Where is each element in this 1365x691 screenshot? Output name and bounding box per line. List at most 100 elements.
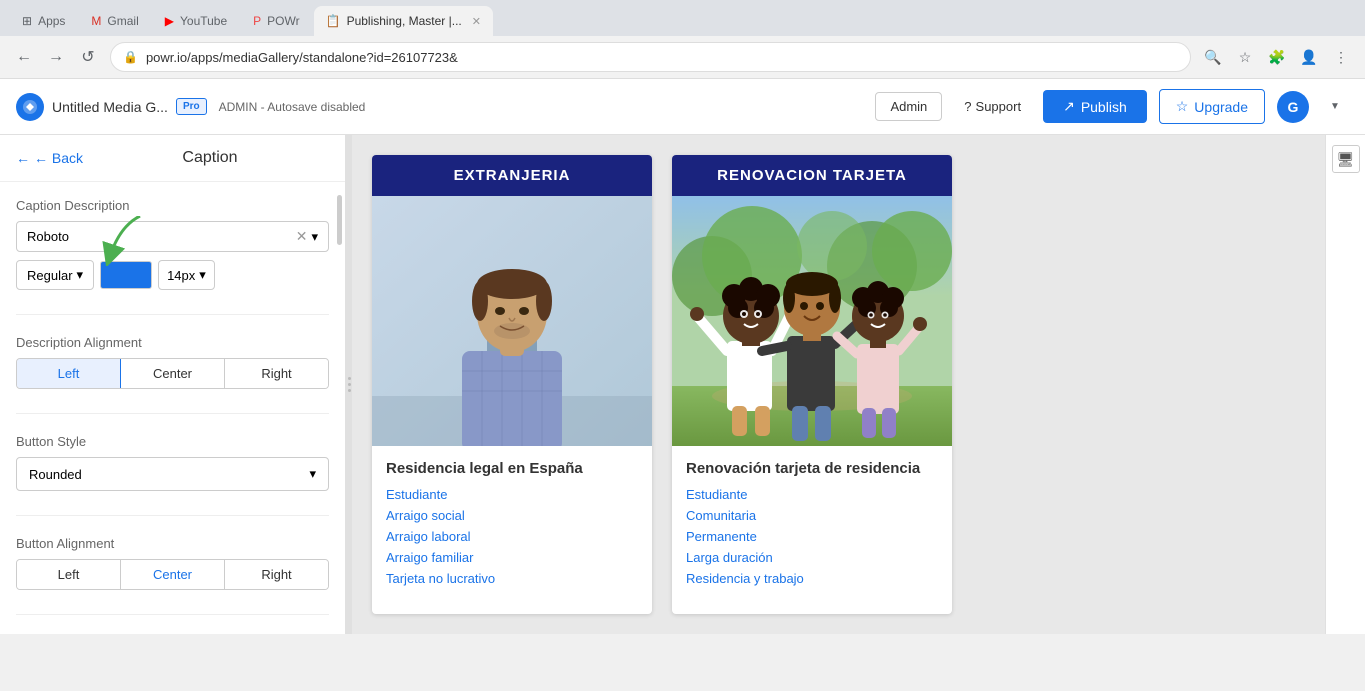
card-renovacion-title: Renovación tarjeta de residencia [686, 460, 938, 477]
search-icon[interactable]: 🔍 [1199, 43, 1227, 71]
upgrade-button[interactable]: ☆ Upgrade [1159, 89, 1265, 124]
back-arrow-icon: ← [16, 150, 30, 166]
btn-align-center-button[interactable]: Center [121, 560, 225, 589]
sidebar-scrollbar [337, 195, 342, 245]
forward-nav-button[interactable]: → [42, 43, 70, 71]
card-extranjeria-title: Residencia legal en España [386, 460, 638, 477]
divider-1 [16, 314, 329, 315]
font-dropdown-icon: ▾ [311, 229, 318, 245]
bookmark-icon[interactable]: ☆ [1231, 43, 1259, 71]
divider-2 [16, 413, 329, 414]
font-style-select[interactable]: Regular ▾ [16, 260, 94, 290]
desc-align-left-button[interactable]: Left [17, 359, 121, 388]
tab-gmail[interactable]: M Gmail [79, 6, 150, 36]
share-icon: ↗ [1063, 98, 1075, 115]
admin-button[interactable]: Admin [875, 92, 942, 121]
gmail-favicon: M [91, 14, 101, 28]
card-extranjeria-image [372, 196, 652, 446]
card-renovacion-link-4[interactable]: Residencia y trabajo [686, 571, 938, 586]
support-button[interactable]: ? Support [954, 93, 1031, 120]
back-button[interactable]: ← ← Back [16, 150, 83, 166]
pro-badge: Pro [176, 98, 207, 115]
btn-align-left-button[interactable]: Left [17, 560, 121, 589]
font-style-row: Regular ▾ [16, 260, 329, 290]
apps-favicon: ⊞ [22, 14, 32, 28]
browser-tabs: ⊞ Apps M Gmail ▶ YouTube P POWr 📋 Publis… [0, 0, 1365, 36]
browser-chrome: ⊞ Apps M Gmail ▶ YouTube P POWr 📋 Publis… [0, 0, 1365, 79]
sidebar: ← ← Back Caption Caption Description Rob… [0, 135, 346, 634]
extensions-icon[interactable]: 🧩 [1263, 43, 1291, 71]
tab-powr[interactable]: P POWr [241, 6, 311, 36]
color-swatch[interactable] [100, 261, 152, 289]
card-renovacion-link-2[interactable]: Permanente [686, 529, 938, 544]
user-menu-chevron[interactable]: ▼ [1321, 93, 1349, 121]
card-renovacion-link-0[interactable]: Estudiante [686, 487, 938, 502]
button-style-value: Rounded [29, 467, 82, 482]
size-dropdown-icon: ▾ [199, 267, 206, 283]
monitor-icon[interactable]: 🖥 [1332, 145, 1360, 173]
card-renovacion-body: Renovación tarjeta de residencia Estudia… [672, 446, 952, 606]
button-style-label: Button Style [16, 434, 329, 449]
card-renovacion-image [672, 196, 952, 446]
card-renovacion-link-1[interactable]: Comunitaria [686, 508, 938, 523]
resize-dot-1 [348, 377, 351, 380]
back-label: ← Back [34, 150, 83, 166]
sidebar-header: ← ← Back Caption [0, 135, 345, 182]
font-size-value: 14px [167, 268, 195, 283]
desc-align-center-button[interactable]: Center [121, 359, 225, 388]
resize-dot-2 [348, 383, 351, 386]
menu-icon[interactable]: ⋮ [1327, 43, 1355, 71]
tab-apps[interactable]: ⊞ Apps [10, 6, 77, 36]
app-title: Untitled Media G... [52, 99, 168, 115]
font-size-select[interactable]: 14px ▾ [158, 260, 215, 290]
content-inner: EXTRANJERIA [352, 135, 1325, 634]
tab-publishing-label: Publishing, Master |... [347, 14, 462, 28]
card-extranjeria-body: Residencia legal en España Estudiante Ar… [372, 446, 652, 606]
card-extranjeria: EXTRANJERIA [372, 155, 652, 614]
sidebar-title: Caption [91, 149, 329, 167]
card-extranjeria-link-2[interactable]: Arraigo laboral [386, 529, 638, 544]
font-name-value: Roboto [27, 229, 69, 244]
app-header: Untitled Media G... Pro ADMIN - Autosave… [0, 79, 1365, 135]
reload-button[interactable]: ↺ [74, 43, 102, 71]
button-style-dropdown[interactable]: Rounded ▾ [16, 457, 329, 491]
tab-publishing[interactable]: 📋 Publishing, Master |... ✕ [314, 6, 493, 36]
tab-close-icon[interactable]: ✕ [472, 15, 481, 28]
extranjeria-illustration [372, 196, 652, 446]
desc-align-right-button[interactable]: Right [225, 359, 328, 388]
btn-align-right-button[interactable]: Right [225, 560, 328, 589]
question-icon: ? [964, 99, 971, 114]
powr-favicon: P [253, 14, 261, 28]
button-style-section: Button Style Rounded ▾ [16, 434, 329, 491]
app-logo: Untitled Media G... Pro [16, 93, 207, 121]
user-avatar[interactable]: G [1277, 91, 1309, 123]
tab-gmail-label: Gmail [107, 14, 138, 28]
caption-description-section: Caption Description Roboto ✕ ▾ Regular [16, 198, 329, 290]
profile-icon[interactable]: 👤 [1295, 43, 1323, 71]
font-name-select[interactable]: Roboto ✕ ▾ [16, 221, 329, 252]
back-nav-button[interactable]: ← [10, 43, 38, 71]
card-renovacion-header: RENOVACION TARJETA [672, 155, 952, 196]
support-label: Support [976, 99, 1022, 114]
lock-icon: 🔒 [123, 50, 138, 64]
publishing-favicon: 📋 [326, 14, 341, 28]
card-extranjeria-link-1[interactable]: Arraigo social [386, 508, 638, 523]
card-renovacion-link-3[interactable]: Larga duración [686, 550, 938, 565]
description-alignment-section: Description Alignment Left Center Right [16, 335, 329, 389]
font-name-row: Roboto ✕ ▾ [16, 221, 329, 252]
card-extranjeria-link-4[interactable]: Tarjeta no lucrativo [386, 571, 638, 586]
address-bar[interactable]: 🔒 powr.io/apps/mediaGallery/standalone?i… [110, 42, 1191, 72]
font-style-value: Regular [27, 268, 73, 283]
card-extranjeria-link-0[interactable]: Estudiante [386, 487, 638, 502]
url-text: powr.io/apps/mediaGallery/standalone?id=… [146, 50, 1178, 65]
app-logo-icon [16, 93, 44, 121]
tab-powr-label: POWr [267, 14, 299, 28]
font-clear-icon[interactable]: ✕ [296, 228, 308, 245]
autosave-text: ADMIN - Autosave disabled [219, 100, 366, 114]
publish-button[interactable]: ↗ Publish [1043, 90, 1147, 123]
caption-description-label: Caption Description [16, 198, 329, 213]
tab-youtube[interactable]: ▶ YouTube [153, 6, 239, 36]
button-alignment-group: Left Center Right [16, 559, 329, 590]
button-style-chevron: ▾ [309, 466, 316, 482]
card-extranjeria-link-3[interactable]: Arraigo familiar [386, 550, 638, 565]
